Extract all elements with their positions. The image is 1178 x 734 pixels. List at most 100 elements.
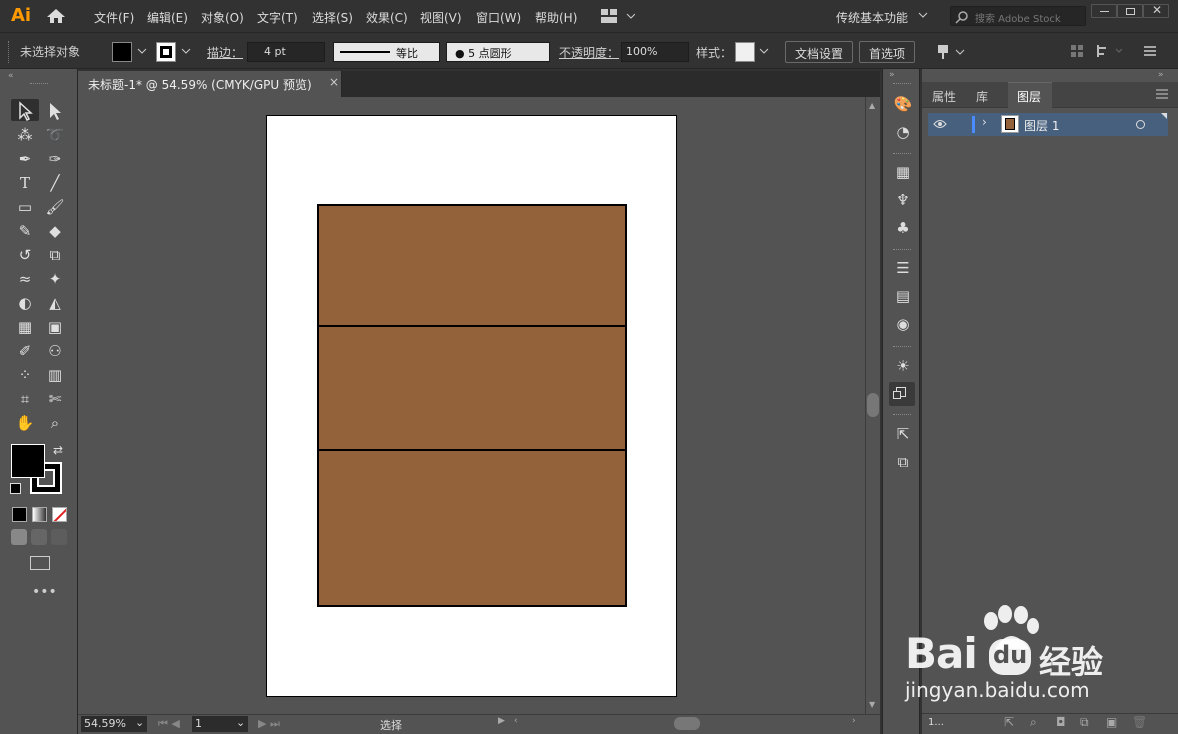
stroke-swatch[interactable] [156,42,176,62]
chevron-down-icon[interactable]: ⌄ [236,716,245,729]
home-icon[interactable] [46,8,66,24]
workspace-switcher[interactable]: 传统基本功能 [836,9,908,26]
close-button[interactable]: ✕ [1143,3,1169,18]
magic-wand-icon[interactable]: ⁂ [14,125,36,145]
panel-menu-icon[interactable] [1156,89,1168,99]
document-setup-button[interactable]: 文档设置 [785,41,854,63]
stock-search-input[interactable]: 搜索 Adobe Stock [950,6,1086,26]
tab-properties[interactable]: 属性 [932,88,956,105]
graph-tool-icon[interactable]: ▥ [44,365,66,385]
slice-tool-icon[interactable]: ✄ [44,389,66,409]
draw-normal-icon[interactable] [11,529,27,545]
layers-panel-icon[interactable] [889,382,915,406]
delete-layer-icon[interactable]: 🗑 [1132,715,1147,729]
menu-edit[interactable]: 编辑(E) [147,9,188,26]
status-menu-icon[interactable]: ▶ [498,716,505,726]
stroke-label[interactable]: 描边： [207,44,243,61]
collapse-icon[interactable]: « [8,71,14,81]
vertical-scrollbar[interactable]: ▲ ▼ [865,97,880,714]
shaper-tool-icon[interactable]: ✎ [14,221,36,241]
pen-tool-icon[interactable]: ✒ [14,149,36,169]
swap-colors-icon[interactable]: ⇄ [53,443,63,457]
draw-behind-icon[interactable] [31,529,47,545]
gradient-mode-icon[interactable] [32,507,47,522]
rectangle-tool-icon[interactable]: ▭ [14,197,36,217]
scroll-left-icon[interactable]: ‹ [514,716,518,726]
menu-type[interactable]: 文字(T) [257,9,298,26]
grip-handle[interactable] [30,83,48,85]
collect-export-icon[interactable]: ⇱ [1004,715,1014,729]
swatches-icon[interactable]: ▦ [893,163,913,181]
fill-color-box[interactable] [11,444,45,478]
tab-libraries[interactable]: 库 [976,88,988,105]
line-tool-icon[interactable]: ╱ [44,173,66,193]
scale-tool-icon[interactable]: ⧉ [44,245,66,265]
opacity-label[interactable]: 不透明度： [559,44,619,61]
horizontal-scroll-thumb[interactable] [674,717,700,730]
gradient-tool-icon[interactable]: ▣ [44,317,66,337]
chevron-down-icon[interactable] [759,48,769,56]
chevron-down-icon[interactable]: ⌄ [135,716,144,729]
type-tool-icon[interactable]: T [14,173,36,193]
menu-view[interactable]: 视图(V) [420,9,462,26]
locate-object-icon[interactable]: ⌕ [1030,715,1037,730]
clipping-mask-icon[interactable]: ◘ [1056,715,1066,729]
tab-layers[interactable]: 图层 [1008,82,1052,109]
draw-inside-icon[interactable] [51,529,67,545]
document-tab[interactable]: 未标题-1* @ 54.59% (CMYK/GPU 预览) × [78,71,342,97]
color-guide-icon[interactable]: ◔ [893,123,913,141]
symbol-sprayer-icon[interactable]: ⁘ [14,365,36,385]
brushes-icon[interactable]: ♆ [893,191,913,209]
direct-selection-tool-icon[interactable] [44,101,66,121]
more-tools-icon[interactable]: ••• [32,584,57,600]
default-colors-icon[interactable] [10,483,21,494]
chevron-down-icon[interactable] [137,48,147,56]
eraser-icon[interactable]: ◆ [44,221,66,241]
appearance-icon[interactable]: ☀ [893,357,913,375]
next-artboard-icon[interactable]: ▶ ⏭ [258,717,280,731]
brush-definition[interactable]: ● 5 点圆形 [446,42,550,62]
chevron-down-icon[interactable] [181,48,191,56]
close-tab-icon[interactable]: × [329,75,339,89]
visibility-eye-icon[interactable] [933,119,947,129]
stroke-panel-icon[interactable]: ☰ [893,259,913,277]
first-artboard-icon[interactable]: ⏮ ◀ [158,717,180,731]
zoom-tool-icon[interactable]: ⌕ [44,413,66,433]
zoom-field[interactable]: 54.59% ⌄ [81,716,147,732]
shape-builder-icon[interactable]: ◐ [14,293,36,313]
none-mode-icon[interactable] [52,507,67,522]
artboards-icon[interactable]: ⧉ [893,453,913,471]
curvature-tool-icon[interactable]: ✑ [44,149,66,169]
opacity-field[interactable]: 100% [621,42,689,62]
rotate-tool-icon[interactable]: ↺ [14,245,36,265]
transform-icon[interactable] [1096,44,1126,58]
brown-rectangle-bottom[interactable] [317,449,627,607]
target-circle-icon[interactable] [1136,120,1145,129]
menu-effect[interactable]: 效果(C) [366,9,408,26]
menu-file[interactable]: 文件(F) [94,9,134,26]
perspective-grid-icon[interactable]: ◭ [44,293,66,313]
graphic-style-swatch[interactable] [735,42,755,62]
artboard-tool-icon[interactable]: ⌗ [14,389,36,409]
puppet-warp-icon[interactable]: ✦ [44,269,66,289]
artboard-number-field[interactable]: 1 ⌄ [192,716,248,732]
layer-row[interactable]: › 图层 1 [928,113,1168,136]
collapse-icon[interactable]: » [1158,70,1164,80]
export-icon[interactable]: ⇱ [893,425,913,443]
preferences-button[interactable]: 首选项 [859,41,916,63]
new-sublayer-icon[interactable]: ⧉ [1080,715,1089,730]
minimize-button[interactable] [1091,4,1117,18]
color-palette-icon[interactable]: 🎨 [893,95,913,113]
fill-swatch[interactable] [112,42,132,62]
color-mode-icon[interactable] [12,507,27,522]
layer-name[interactable]: 图层 1 [1024,117,1059,134]
lasso-icon[interactable]: ➰ [44,125,66,145]
arrange-documents-icon[interactable] [601,9,635,23]
variable-width-profile[interactable]: 等比 [333,42,440,62]
stroke-weight-field[interactable]: 4 pt [247,42,325,62]
menu-object[interactable]: 对象(O) [201,9,244,26]
brown-rectangle-middle[interactable] [317,325,627,452]
selection-tool-icon[interactable] [14,101,36,121]
artboard[interactable] [266,115,677,697]
brown-rectangle-top[interactable] [317,204,627,328]
